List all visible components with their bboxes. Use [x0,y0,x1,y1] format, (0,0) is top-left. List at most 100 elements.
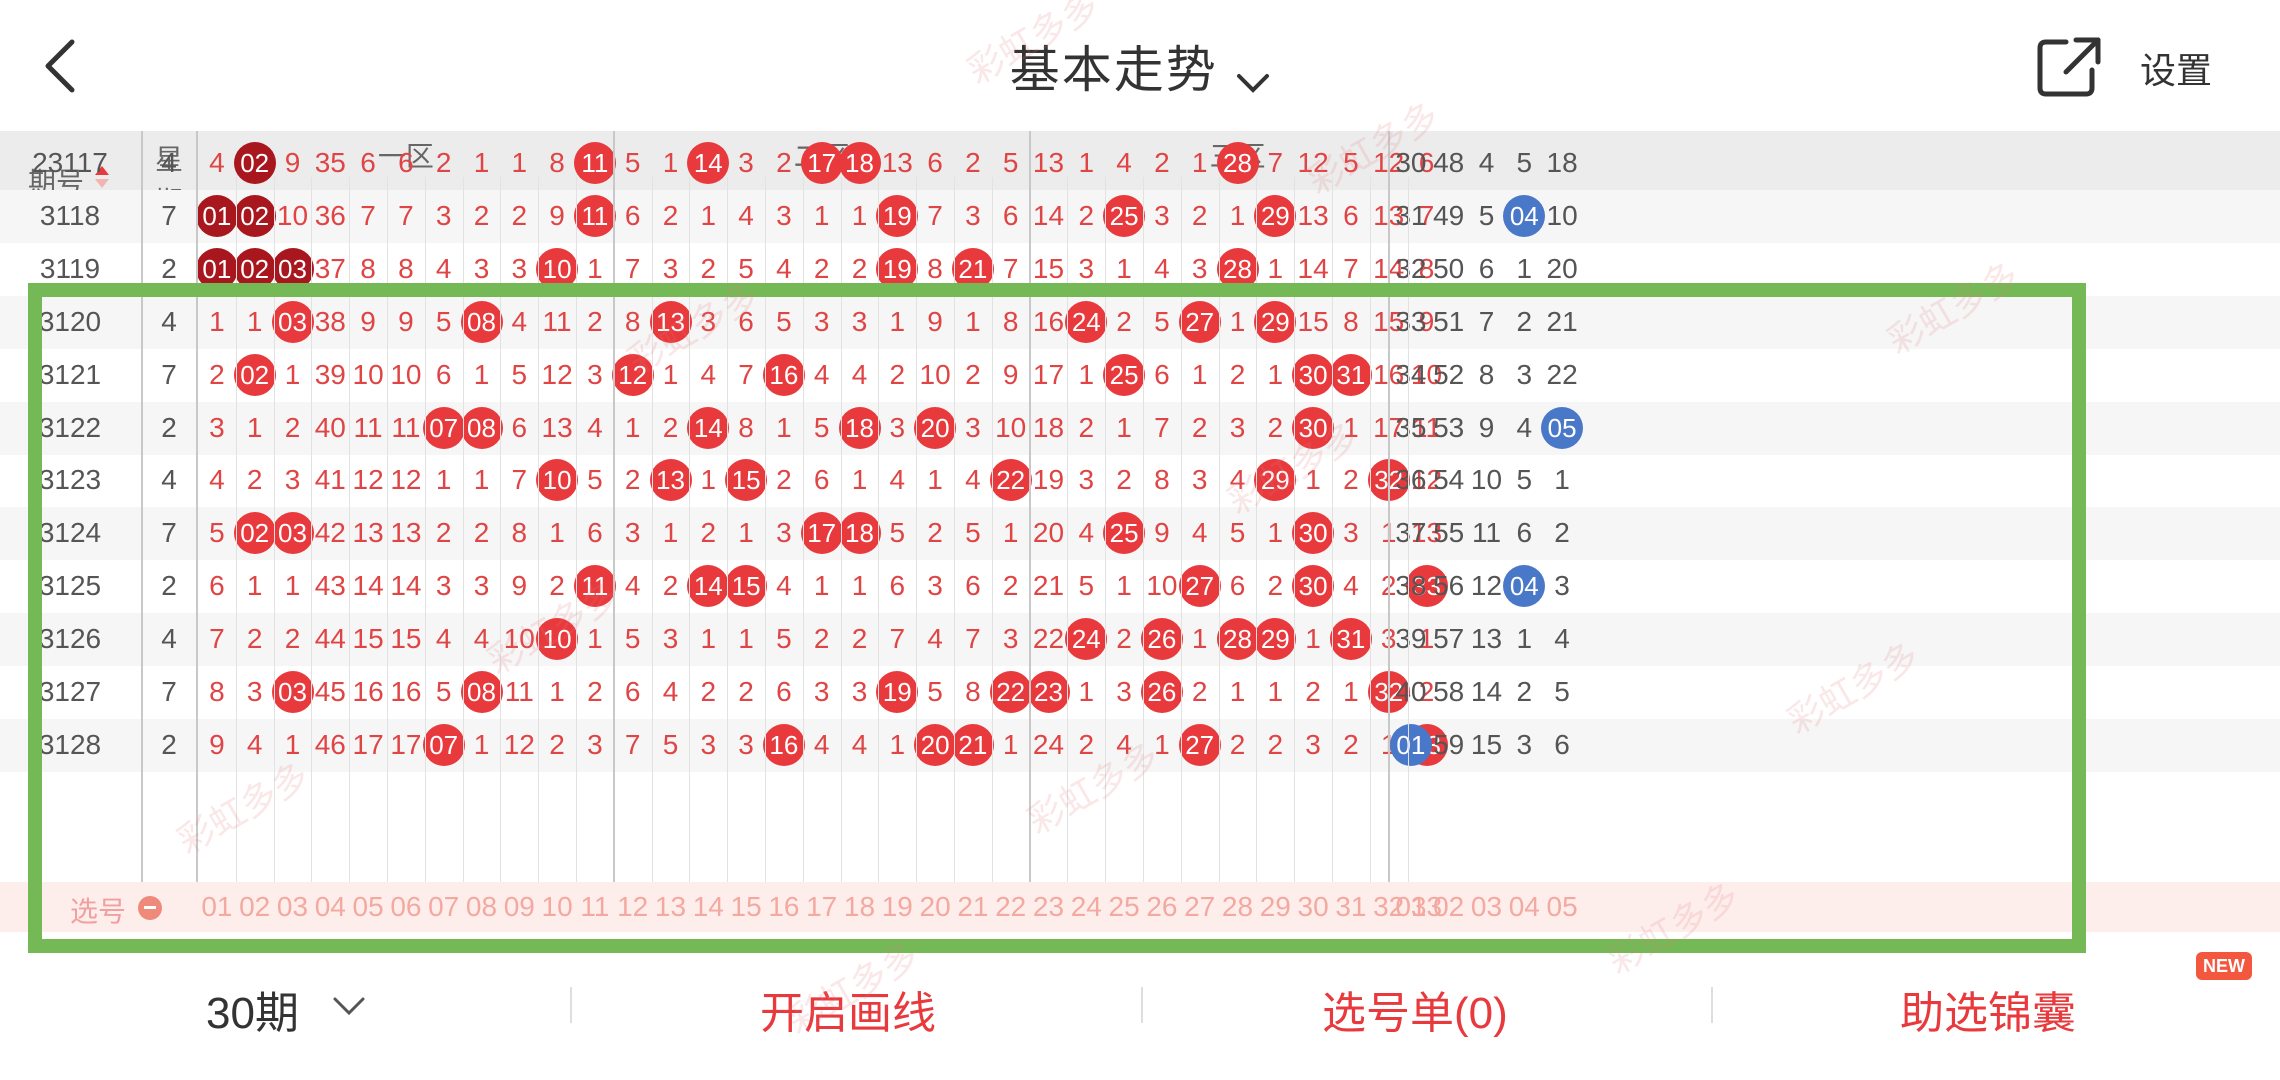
selectable-number[interactable]: 14 [689,891,727,923]
winning-number-ball[interactable]: 02 [233,194,276,237]
winning-number-ball[interactable]: 13 [649,459,692,502]
selectable-number[interactable]: 25 [1105,891,1143,923]
winning-number-ball[interactable]: 31 [1329,353,1372,396]
chevron-down-icon[interactable] [332,995,366,1017]
selectable-number[interactable]: 23 [1030,891,1068,923]
winning-number-ball[interactable]: 22 [989,671,1032,713]
selectable-number[interactable]: 05 [349,891,387,923]
back-number-ball[interactable]: 01 [1389,723,1432,766]
winning-number-ball[interactable]: 18 [838,142,881,184]
winning-number-ball[interactable]: 30 [1292,565,1335,608]
selectable-number[interactable]: 08 [463,891,501,923]
selectable-number[interactable]: 20 [916,891,954,923]
selectable-number[interactable]: 22 [992,891,1030,923]
winning-number-ball[interactable]: 16 [762,723,805,766]
winning-number-ball[interactable]: 08 [460,300,503,343]
selectable-number[interactable]: 01 [198,891,236,923]
selectable-back-number[interactable]: 03 [1468,891,1506,923]
period-selector[interactable]: 30期 [206,977,299,1041]
chevron-down-icon[interactable] [1236,72,1270,94]
winning-number-ball[interactable]: 21 [951,247,994,290]
winning-number-ball[interactable]: 10 [536,247,579,290]
selectable-number[interactable]: 26 [1143,891,1181,923]
selectable-number[interactable]: 21 [954,891,992,923]
winning-number-ball[interactable]: 25 [1103,353,1146,396]
selectable-back-number[interactable]: 01 [1392,891,1430,923]
winning-number-ball[interactable]: 07 [422,723,465,766]
winning-number-ball[interactable]: 20 [914,406,957,449]
selectable-number[interactable]: 31 [1332,891,1370,923]
winning-number-ball[interactable]: 07 [422,406,465,449]
winning-number-ball[interactable]: 11 [573,142,616,184]
winning-number-ball[interactable]: 22 [989,459,1032,502]
winning-number-ball[interactable]: 15 [725,565,768,608]
winning-number-ball[interactable]: 08 [460,406,503,449]
winning-number-ball[interactable]: 14 [687,142,730,184]
selectable-number[interactable]: 06 [387,891,425,923]
selectable-number[interactable]: 18 [841,891,879,923]
winning-number-ball[interactable]: 02 [233,247,276,290]
winning-number-ball[interactable]: 20 [914,723,957,766]
winning-number-ball[interactable]: 21 [951,723,994,766]
winning-number-ball[interactable]: 23 [1027,671,1070,713]
share-icon[interactable] [2036,36,2102,98]
winning-number-ball[interactable]: 30 [1292,353,1335,396]
winning-number-ball[interactable]: 02 [233,353,276,396]
winning-number-ball[interactable]: 02 [233,512,276,555]
selectable-number[interactable]: 19 [878,891,916,923]
back-number-ball[interactable]: 05 [1541,406,1584,449]
settings-button[interactable]: 设置 [2140,42,2212,94]
selectable-number[interactable]: 13 [652,891,690,923]
winning-number-ball[interactable]: 17 [800,512,843,555]
winning-number-ball[interactable]: 02 [233,142,276,184]
winning-number-ball[interactable]: 11 [573,194,616,237]
winning-number-ball[interactable]: 17 [800,142,843,184]
trend-grid[interactable]: 期号 星期 一区二区三区 010203040506070809101112131… [0,131,2280,931]
winning-number-ball[interactable]: 26 [1140,618,1183,661]
winning-number-ball[interactable]: 19 [876,671,919,713]
winning-number-ball[interactable]: 24 [1065,300,1108,343]
selectable-number[interactable]: 03 [274,891,312,923]
selectable-number[interactable]: 09 [500,891,538,923]
winning-number-ball[interactable]: 29 [1254,300,1297,343]
selectable-number[interactable]: 27 [1181,891,1219,923]
winning-number-ball[interactable]: 29 [1254,194,1297,237]
winning-number-ball[interactable]: 18 [838,406,881,449]
selectable-back-number[interactable]: 05 [1543,891,1581,923]
pick-list-button[interactable]: 选号单(0) [1322,977,1508,1041]
winning-number-ball[interactable]: 18 [838,512,881,555]
selectable-number[interactable]: 12 [614,891,652,923]
winning-number-ball[interactable]: 31 [1329,618,1372,661]
selectable-number[interactable]: 02 [236,891,274,923]
selectable-number[interactable]: 30 [1294,891,1332,923]
winning-number-ball[interactable]: 14 [687,406,730,449]
selectable-number[interactable]: 28 [1219,891,1257,923]
selectable-number[interactable]: 24 [1067,891,1105,923]
winning-number-ball[interactable]: 28 [1216,142,1259,184]
winning-number-ball[interactable]: 19 [876,194,919,237]
back-number-ball[interactable]: 04 [1503,194,1546,237]
winning-number-ball[interactable]: 03 [271,671,314,713]
winning-number-ball[interactable]: 01 [195,194,238,237]
selectable-number[interactable]: 10 [538,891,576,923]
winning-number-ball[interactable]: 03 [271,300,314,343]
selectable-number[interactable]: 11 [576,891,614,923]
helper-button[interactable]: 助选锦囊 [1900,977,2076,1041]
winning-number-ball[interactable]: 28 [1216,247,1259,290]
winning-number-ball[interactable]: 03 [271,512,314,555]
winning-number-ball[interactable]: 26 [1140,671,1183,713]
winning-number-ball[interactable]: 27 [1178,723,1221,766]
selectable-number[interactable]: 16 [765,891,803,923]
winning-number-ball[interactable]: 19 [876,247,919,290]
winning-number-ball[interactable]: 08 [460,671,503,713]
winning-number-ball[interactable]: 16 [762,353,805,396]
winning-number-ball[interactable]: 27 [1178,300,1221,343]
selectable-number[interactable]: 04 [311,891,349,923]
winning-number-ball[interactable]: 27 [1178,565,1221,608]
selectable-number[interactable]: 07 [425,891,463,923]
selectable-back-number[interactable]: 04 [1505,891,1543,923]
selectable-number[interactable]: 29 [1256,891,1294,923]
winning-number-ball[interactable]: 03 [271,247,314,290]
selectable-number[interactable]: 17 [803,891,841,923]
winning-number-ball[interactable]: 28 [1216,618,1259,661]
